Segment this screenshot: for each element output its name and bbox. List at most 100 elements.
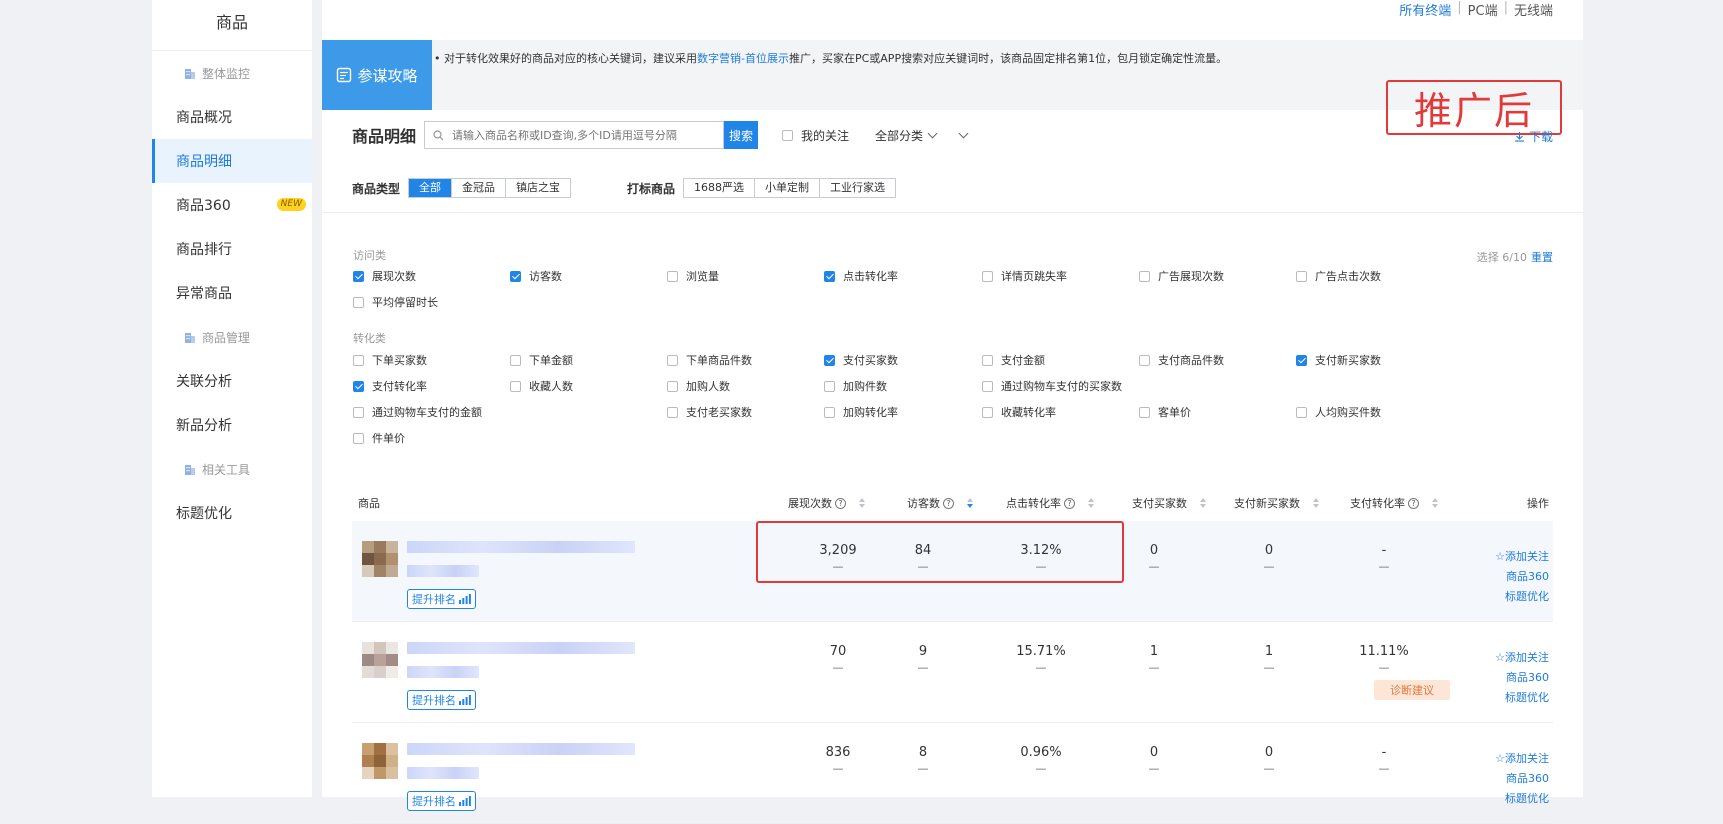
- category-select[interactable]: 全部分类: [875, 127, 969, 144]
- metric-checkbox[interactable]: [667, 354, 678, 366]
- download-button[interactable]: 下载: [1514, 128, 1553, 145]
- metric-option[interactable]: 展现次数: [353, 268, 416, 284]
- metric-checkbox[interactable]: [824, 270, 835, 282]
- product360-link[interactable]: 商品360: [1495, 668, 1549, 688]
- product-name-blurred[interactable]: [407, 565, 479, 577]
- metric-option[interactable]: 件单价: [353, 430, 405, 446]
- metric-option[interactable]: 下单商品件数: [667, 352, 752, 368]
- title-optimize-link[interactable]: 标题优化: [1495, 587, 1549, 607]
- mark-option-small[interactable]: 小单定制: [754, 179, 819, 197]
- metric-checkbox[interactable]: [824, 406, 835, 418]
- metric-option[interactable]: 收藏人数: [510, 378, 573, 394]
- sidebar-item-product360[interactable]: 商品360 NEW: [152, 183, 312, 227]
- sidebar-item-overview[interactable]: 商品概况: [152, 95, 312, 139]
- metric-checkbox[interactable]: [667, 406, 678, 418]
- type-option-treasure[interactable]: 镇店之宝: [505, 179, 570, 197]
- sort-icon[interactable]: [1432, 498, 1438, 508]
- metric-option[interactable]: 加购件数: [824, 378, 887, 394]
- metric-option[interactable]: 通过购物车支付的买家数: [982, 378, 1122, 394]
- product-name-blurred[interactable]: [407, 743, 635, 755]
- metric-checkbox[interactable]: [510, 354, 521, 366]
- metric-checkbox[interactable]: [1139, 354, 1150, 366]
- metric-checkbox[interactable]: [667, 380, 678, 392]
- col-buyers[interactable]: 支付买家数: [1132, 485, 1206, 521]
- product-thumbnail[interactable]: [362, 642, 398, 678]
- metric-checkbox[interactable]: [353, 406, 364, 418]
- sidebar-item-ranking[interactable]: 商品排行: [152, 227, 312, 271]
- product-name-blurred[interactable]: [407, 767, 479, 779]
- metric-option[interactable]: 人均购买件数: [1296, 404, 1381, 420]
- search-button[interactable]: 搜索: [724, 121, 759, 149]
- metric-checkbox[interactable]: [1296, 406, 1307, 418]
- add-follow-link[interactable]: ☆添加关注: [1495, 648, 1549, 668]
- product-name-blurred[interactable]: [407, 642, 635, 654]
- col-visitors[interactable]: 访客数?: [907, 485, 973, 521]
- add-follow-link[interactable]: ☆添加关注: [1495, 749, 1549, 769]
- diagnosis-button[interactable]: 诊断建议: [1374, 680, 1450, 700]
- metric-checkbox[interactable]: [353, 270, 364, 282]
- boost-rank-button[interactable]: 提升排名: [407, 589, 476, 609]
- col-pay-rate[interactable]: 支付转化率?: [1350, 485, 1438, 521]
- metric-checkbox[interactable]: [353, 432, 364, 444]
- boost-rank-button[interactable]: 提升排名: [407, 690, 476, 710]
- sidebar-item-title-optimize[interactable]: 标题优化: [152, 491, 312, 535]
- metric-option[interactable]: 浏览量: [667, 268, 719, 284]
- metric-checkbox[interactable]: [824, 380, 835, 392]
- follow-checkbox[interactable]: [782, 129, 794, 141]
- metric-option[interactable]: 支付老买家数: [667, 404, 752, 420]
- tip-link[interactable]: 数字营销-首位展示: [697, 52, 789, 65]
- metric-checkbox[interactable]: [667, 270, 678, 282]
- type-option-gold[interactable]: 金冠品: [451, 179, 505, 197]
- product360-link[interactable]: 商品360: [1495, 769, 1549, 789]
- product-name-blurred[interactable]: [407, 541, 635, 553]
- metric-option[interactable]: 收藏转化率: [982, 404, 1056, 420]
- metric-checkbox[interactable]: [510, 270, 521, 282]
- sort-icon[interactable]: [859, 498, 865, 508]
- reset-button[interactable]: 重置: [1531, 251, 1553, 264]
- metric-checkbox[interactable]: [1296, 354, 1307, 366]
- metric-checkbox[interactable]: [353, 380, 364, 392]
- metric-option[interactable]: 支付买家数: [824, 352, 898, 368]
- metric-checkbox[interactable]: [1139, 406, 1150, 418]
- sidebar-item-association[interactable]: 关联分析: [152, 359, 312, 403]
- metric-checkbox[interactable]: [982, 380, 993, 392]
- sort-icon[interactable]: [967, 498, 973, 508]
- metric-option[interactable]: 点击转化率: [824, 268, 898, 284]
- metric-option[interactable]: 客单价: [1139, 404, 1191, 420]
- col-ctr[interactable]: 点击转化率?: [1006, 485, 1094, 521]
- metric-checkbox[interactable]: [1296, 270, 1307, 282]
- sidebar-item-new-product[interactable]: 新品分析: [152, 403, 312, 447]
- sidebar-item-abnormal[interactable]: 异常商品: [152, 271, 312, 315]
- metric-checkbox[interactable]: [510, 380, 521, 392]
- title-optimize-link[interactable]: 标题优化: [1495, 789, 1549, 809]
- col-new-buyers[interactable]: 支付新买家数: [1234, 485, 1319, 521]
- type-option-all[interactable]: 全部: [409, 179, 452, 197]
- product-thumbnail[interactable]: [362, 743, 398, 779]
- metric-option[interactable]: 加购人数: [667, 378, 730, 394]
- metric-option[interactable]: 支付新买家数: [1296, 352, 1381, 368]
- sidebar-item-detail[interactable]: 商品明细: [152, 139, 312, 183]
- metric-option[interactable]: 支付商品件数: [1139, 352, 1224, 368]
- title-optimize-link[interactable]: 标题优化: [1495, 688, 1549, 708]
- my-follow-filter[interactable]: 我的关注: [782, 127, 849, 144]
- strategy-button[interactable]: 参谋攻略: [322, 40, 432, 110]
- product360-link[interactable]: 商品360: [1495, 567, 1549, 587]
- terminal-wireless[interactable]: 无线端: [1514, 0, 1553, 19]
- terminal-pc[interactable]: PC端: [1468, 0, 1498, 19]
- product-thumbnail[interactable]: [362, 541, 398, 577]
- chevron-down-icon[interactable]: [958, 128, 969, 138]
- metric-option[interactable]: 访客数: [510, 268, 562, 284]
- metric-checkbox[interactable]: [1139, 270, 1150, 282]
- col-impressions[interactable]: 展现次数?: [788, 485, 865, 521]
- mark-option-industrial[interactable]: 工业行家选: [819, 179, 895, 197]
- sort-icon[interactable]: [1088, 498, 1094, 508]
- metric-checkbox[interactable]: [353, 354, 364, 366]
- terminal-all[interactable]: 所有终端: [1399, 0, 1451, 19]
- metric-option[interactable]: 支付转化率: [353, 378, 427, 394]
- metric-checkbox[interactable]: [353, 296, 364, 308]
- metric-checkbox[interactable]: [982, 406, 993, 418]
- metric-option[interactable]: 下单买家数: [353, 352, 427, 368]
- metric-option[interactable]: 详情页跳失率: [982, 268, 1067, 284]
- metric-option[interactable]: 加购转化率: [824, 404, 898, 420]
- metric-checkbox[interactable]: [824, 354, 835, 366]
